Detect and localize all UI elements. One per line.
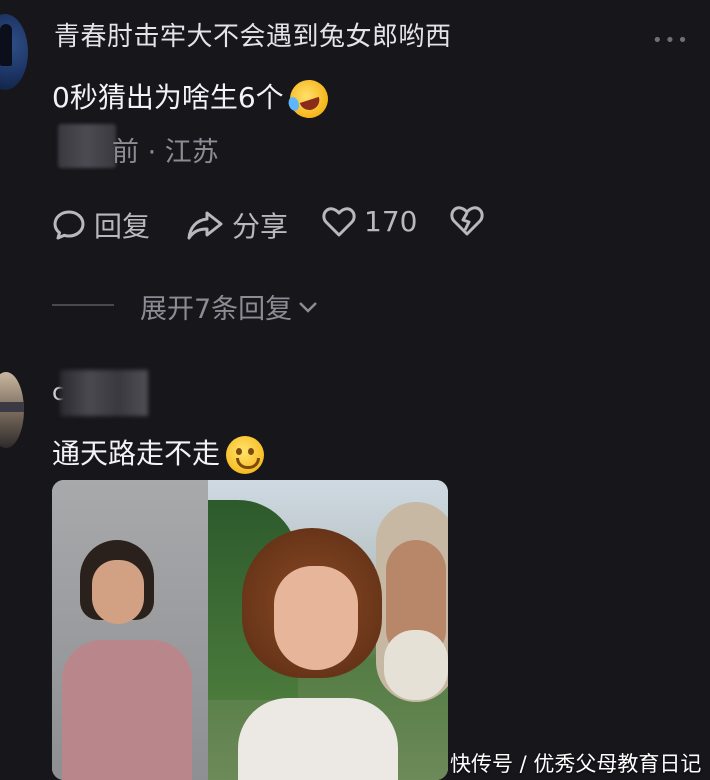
expand-replies-label: 展开7条回复 [140, 294, 293, 325]
comment-body: 0秒猜出为啥生6个 [52, 81, 284, 114]
divider-line [52, 304, 114, 306]
chevron-down-icon [299, 301, 318, 313]
heart-icon [322, 206, 356, 236]
comment-text: 通天路走不走 [52, 432, 265, 474]
comment-username[interactable]: 青春肘击牢大不会遇到兔女郎哟西 [54, 16, 452, 53]
smiling-emoji-icon [226, 436, 265, 474]
comment-body: 通天路走不走 [52, 437, 221, 470]
reply-button[interactable]: 回复 [52, 205, 150, 245]
avatar[interactable] [0, 372, 24, 448]
dislike-button[interactable] [450, 205, 492, 237]
blurred-username [60, 370, 148, 416]
time-location: 前 · 江苏 [112, 137, 219, 168]
broken-heart-icon [450, 206, 484, 236]
like-count: 170 [364, 205, 418, 238]
right-child-photo [208, 480, 448, 780]
share-label: 分享 [232, 210, 289, 243]
expand-replies-button[interactable]: 展开7条回复 [140, 287, 320, 326]
comment-text: 0秒猜出为啥生6个 [52, 75, 333, 123]
share-arrow-icon [187, 211, 223, 240]
share-button[interactable]: 分享 [186, 205, 288, 245]
avatar[interactable] [0, 14, 28, 90]
blurred-time [58, 124, 116, 168]
watermark: 快传号 / 优秀父母教育日记 [450, 752, 702, 776]
like-button[interactable]: 170 [322, 205, 417, 238]
left-child-photo [52, 480, 208, 780]
laughing-emoji-icon [284, 75, 333, 123]
reply-label: 回复 [94, 210, 151, 243]
more-dots-icon[interactable]: ••• [652, 30, 690, 51]
comment-bubble-icon [53, 210, 85, 240]
comment-image[interactable] [52, 480, 448, 780]
